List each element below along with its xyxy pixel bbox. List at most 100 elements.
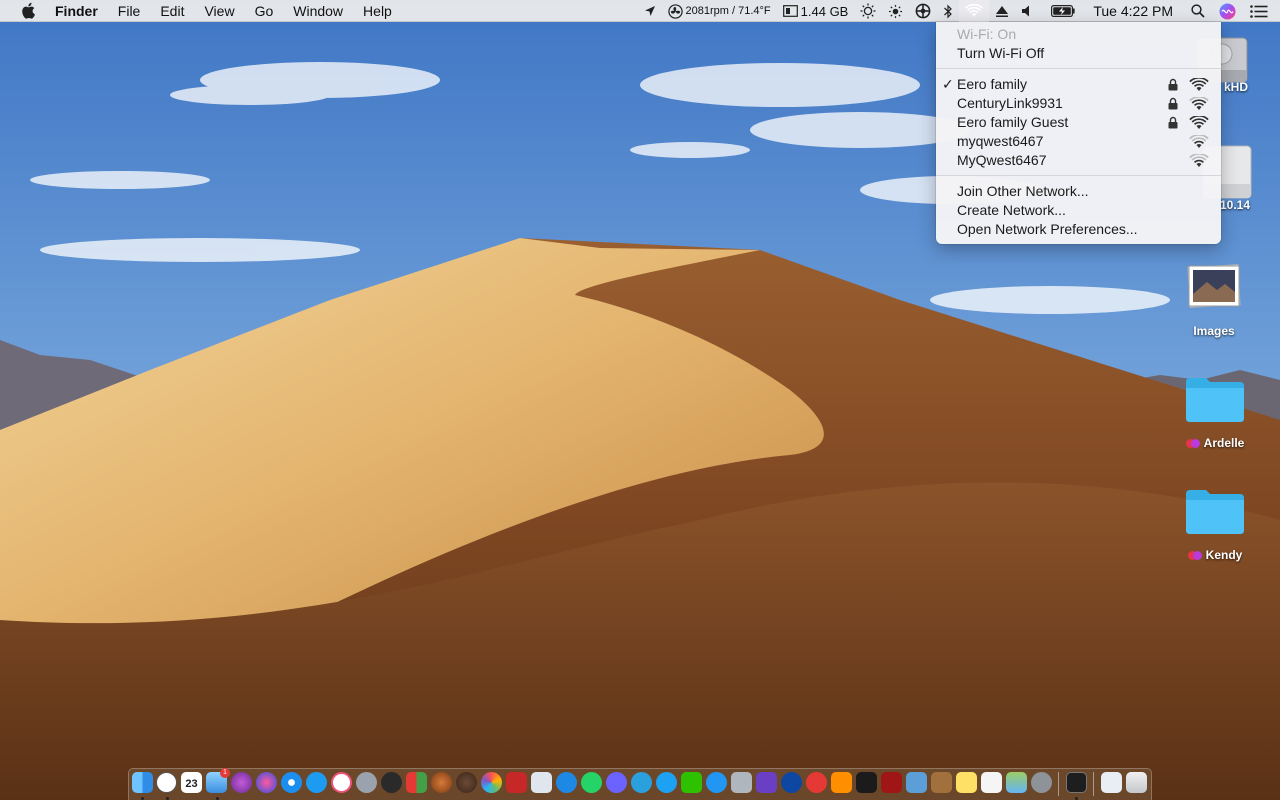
fan-icon <box>667 3 683 19</box>
lock-icon <box>1168 116 1178 129</box>
dock-app-store-icon[interactable] <box>306 772 327 793</box>
bluetooth-icon[interactable] <box>937 0 959 22</box>
desktop-item-label-row: Kendy <box>1175 548 1255 562</box>
dock-safari-icon[interactable] <box>281 772 302 793</box>
menu-separator <box>936 68 1221 69</box>
helm-icon[interactable] <box>909 0 937 22</box>
airplay-icon[interactable] <box>989 0 1015 22</box>
apple-logo-icon[interactable] <box>17 0 39 22</box>
menu-help[interactable]: Help <box>353 0 402 22</box>
network-item-myqwest6467[interactable]: myqwest6467 <box>936 132 1221 151</box>
menu-separator <box>936 175 1221 176</box>
desktop-item-label-row: Ardelle <box>1175 436 1255 450</box>
dock-activity-monitor-icon[interactable] <box>856 772 877 793</box>
dock-chess-icon[interactable] <box>881 772 902 793</box>
photo-stack-icon <box>1187 264 1241 308</box>
dock-discord-icon[interactable] <box>606 772 627 793</box>
siri-icon[interactable] <box>1213 0 1242 22</box>
dock-reminders-icon[interactable] <box>981 772 1002 793</box>
wifi-signal-icon <box>1189 116 1209 129</box>
menu-app-finder[interactable]: Finder <box>53 0 108 22</box>
dock-calendar-icon[interactable]: 23 <box>181 772 202 793</box>
dock-photos-icon[interactable] <box>481 772 502 793</box>
create-network-menu-item[interactable]: Create Network... <box>936 201 1221 220</box>
menubar-clock[interactable]: Tue 4:22 PM <box>1085 0 1183 22</box>
dock-notes-icon[interactable] <box>956 772 977 793</box>
dock-downloads-icon[interactable] <box>1101 772 1122 793</box>
brightness-icon[interactable] <box>854 0 882 22</box>
location-arrow-icon[interactable] <box>638 0 662 22</box>
dock-badge-count: 1 <box>220 768 230 778</box>
network-name: CenturyLink9931 <box>957 95 1063 111</box>
dock-divider <box>1093 772 1094 796</box>
dock-launchpad-icon[interactable] <box>356 772 377 793</box>
lock-icon <box>1168 97 1178 110</box>
menu-go[interactable]: Go <box>245 0 284 22</box>
dock-system-preferences-icon[interactable] <box>1031 772 1052 793</box>
desktop-item-label: Images <box>1193 324 1235 338</box>
dock-preview-icon[interactable] <box>531 772 552 793</box>
battery-icon[interactable] <box>1041 0 1085 22</box>
wifi-icon[interactable] <box>959 0 990 22</box>
sun-icon[interactable] <box>882 0 909 22</box>
desktop-item-folder-kendy[interactable]: Kendy <box>1175 484 1255 562</box>
search-icon[interactable] <box>1183 0 1213 22</box>
dock-notebook-icon[interactable] <box>931 772 952 793</box>
join-other-network-menu-item[interactable]: Join Other Network... <box>936 182 1221 201</box>
dock-photo-booth-icon[interactable] <box>506 772 527 793</box>
dock-telegram-icon[interactable] <box>631 772 652 793</box>
dock-ball-icon[interactable] <box>431 772 452 793</box>
network-item-myqwest6467-upper[interactable]: MyQwest6467 <box>936 151 1221 170</box>
memory-icon <box>782 5 798 17</box>
dock-finder-icon[interactable] <box>132 772 153 793</box>
folder-icon <box>1186 378 1244 422</box>
menu-file[interactable]: File <box>108 0 151 22</box>
network-item-eero-family-guest[interactable]: Eero family Guest <box>936 113 1221 132</box>
turn-wifi-off-menu-item[interactable]: Turn Wi-Fi Off <box>936 44 1221 63</box>
desktop-item-label: Ardelle <box>1203 436 1245 450</box>
dock-dashboard-icon[interactable] <box>381 772 402 793</box>
dock-coffee-icon[interactable] <box>456 772 477 793</box>
menu-view[interactable]: View <box>194 0 244 22</box>
desktop-item-images[interactable]: Images <box>1174 262 1254 338</box>
dock-wechat-icon[interactable] <box>681 772 702 793</box>
dock-twitter-icon[interactable] <box>656 772 677 793</box>
wifi-signal-icon <box>1189 135 1209 148</box>
network-item-eero-family[interactable]: ✓ Eero family <box>936 75 1221 94</box>
dock-itunes-icon[interactable] <box>331 772 352 793</box>
dock-whatsapp-icon[interactable] <box>581 772 602 793</box>
dock-image-icon[interactable] <box>906 772 927 793</box>
dock-windows-grid-icon[interactable] <box>406 772 427 793</box>
fan-status-item[interactable]: 2081rpm / 71.4°F <box>662 0 777 22</box>
dock-divider <box>1058 772 1059 796</box>
volume-icon[interactable] <box>1015 0 1041 22</box>
memory-status-item[interactable]: 1.44 GB <box>777 0 855 22</box>
network-name: MyQwest6467 <box>957 152 1047 168</box>
wifi-signal-icon <box>1189 78 1209 91</box>
dock-clock-icon[interactable] <box>156 772 177 793</box>
notification-list-icon[interactable] <box>1242 0 1280 22</box>
dock-vpn-icon[interactable] <box>756 772 777 793</box>
dock-siri-icon[interactable] <box>256 772 277 793</box>
dock-no-icon[interactable] <box>806 772 827 793</box>
dock-messenger-icon[interactable] <box>556 772 577 793</box>
dock-vlc-icon[interactable] <box>831 772 852 793</box>
lock-icon <box>1168 78 1178 91</box>
wifi-dropdown-menu: Wi-Fi: On Turn Wi-Fi Off ✓ Eero family C… <box>936 22 1221 244</box>
folder-icon <box>1186 490 1244 534</box>
menu-edit[interactable]: Edit <box>150 0 194 22</box>
dock-maps-icon[interactable] <box>1006 772 1027 793</box>
dock-safari-like-icon[interactable] <box>231 772 252 793</box>
desktop-item-folder-ardelle[interactable]: Ardelle <box>1175 372 1255 450</box>
dock-trash-icon[interactable] <box>1126 772 1147 793</box>
dock-qt-icon[interactable] <box>781 772 802 793</box>
menu-window[interactable]: Window <box>283 0 353 22</box>
dock-terminal-icon[interactable] <box>1066 772 1087 793</box>
dock-disk-utility-icon[interactable] <box>731 772 752 793</box>
wifi-signal-icon <box>1189 97 1209 110</box>
menu-bar: Finder File Edit View Go Window Help 208… <box>0 0 1280 22</box>
dock-messages-icon[interactable] <box>706 772 727 793</box>
network-item-centurylink9931[interactable]: CenturyLink9931 <box>936 94 1221 113</box>
dock: 23 1 <box>128 768 1152 800</box>
open-network-preferences-menu-item[interactable]: Open Network Preferences... <box>936 220 1221 239</box>
